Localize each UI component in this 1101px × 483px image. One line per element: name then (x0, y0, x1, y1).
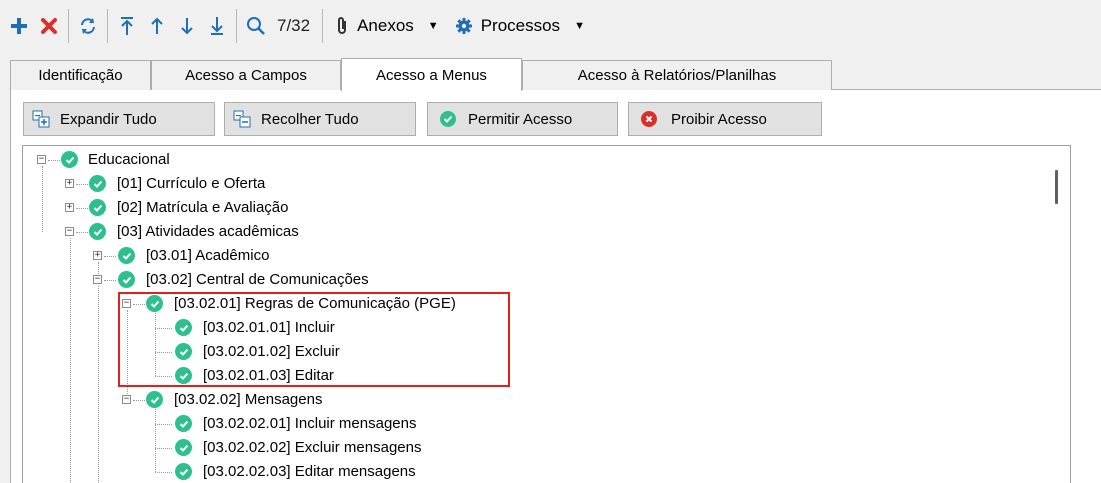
tree-connector (76, 232, 88, 233)
tree-node-label[interactable]: [03.02.02.01] Incluir mensagens (203, 415, 416, 432)
deny-access-label: Proibir Acesso (671, 110, 767, 128)
processos-label: Processos (480, 16, 561, 35)
toolbar: 7/32 Anexos ▼ Processos ▼ (0, 0, 1101, 52)
check-icon[interactable] (118, 247, 135, 264)
processos-menu[interactable]: Processos ▼ (447, 8, 593, 44)
tree-connector (76, 208, 88, 209)
tab-acesso-relatorios[interactable]: Acesso à Relatórios/Planilhas (522, 60, 832, 90)
gear-icon (455, 18, 472, 34)
expand-all-button[interactable]: Expandir Tudo (23, 102, 215, 136)
record-counter: 7/32 (277, 16, 311, 35)
tree-connector (155, 472, 172, 473)
expand-all-label: Expandir Tudo (60, 110, 157, 128)
allow-access-button[interactable]: Permitir Acesso (427, 102, 618, 136)
tree-connector (104, 256, 116, 257)
tree-node-label[interactable]: [03.02.02.02] Excluir mensagens (203, 439, 421, 456)
tab-acesso-campos[interactable]: Acesso a Campos (151, 60, 341, 90)
tree-node-label[interactable]: [02] Matrícula e Avaliação (117, 199, 289, 216)
tree-connector (98, 286, 99, 483)
check-icon (440, 111, 456, 127)
close-icon (41, 18, 57, 34)
highlight-box (118, 292, 510, 387)
tree-connector (76, 184, 88, 185)
move-top-button[interactable] (112, 8, 142, 44)
tree-connector (155, 448, 172, 449)
deny-icon (641, 111, 657, 127)
tree-node-label[interactable]: [03.02.02.03] Editar mensagens (203, 463, 416, 480)
arrow-bottom-icon (211, 17, 223, 35)
tree-node-label[interactable]: [03.01] Acadêmico (146, 247, 269, 264)
tree-node-label[interactable]: Educacional (88, 151, 170, 168)
paperclip-icon (338, 17, 347, 34)
tab-identificacao[interactable]: Identificação (10, 60, 151, 90)
separator (322, 9, 324, 43)
plus-icon (11, 18, 27, 34)
move-up-button[interactable] (142, 8, 172, 44)
tree-node-label[interactable]: [01] Currículo e Oferta (117, 175, 265, 192)
allow-access-label: Permitir Acesso (468, 110, 573, 128)
tree-node-label[interactable]: [03.02] Central de Comunicações (146, 271, 369, 288)
collapse-toggle[interactable]: − (122, 395, 131, 404)
collapse-toggle[interactable]: − (65, 227, 74, 236)
refresh-icon (81, 18, 95, 34)
add-button[interactable] (4, 8, 34, 44)
check-icon[interactable] (175, 439, 192, 456)
anexos-menu[interactable]: Anexos ▼ (327, 8, 447, 44)
collapse-all-button[interactable]: Recolher Tudo (224, 102, 416, 136)
tree-connector (104, 280, 116, 281)
check-icon[interactable] (89, 175, 106, 192)
check-icon[interactable] (175, 415, 192, 432)
search-button[interactable] (241, 8, 271, 44)
deny-access-button[interactable]: Proibir Acesso (628, 102, 822, 136)
separator (68, 9, 69, 43)
refresh-button[interactable] (73, 8, 103, 44)
collapse-all-label: Recolher Tudo (261, 110, 359, 128)
move-down-button[interactable] (172, 8, 202, 44)
expand-toggle[interactable]: + (65, 203, 74, 212)
search-icon (247, 17, 265, 35)
tree-connector (133, 400, 145, 401)
arrow-up-icon (151, 17, 163, 34)
move-bottom-button[interactable] (202, 8, 232, 44)
check-icon[interactable] (118, 271, 135, 288)
expand-tree-icon (32, 110, 50, 128)
check-icon[interactable] (61, 151, 78, 168)
tab-acesso-menus[interactable]: Acesso a Menus (341, 58, 522, 91)
tree-connector (70, 238, 71, 483)
tree-connector (155, 424, 172, 425)
tree-connector (155, 406, 156, 472)
chevron-down-icon: ▼ (574, 20, 585, 32)
chevron-down-icon: ▼ (427, 20, 439, 32)
expand-toggle[interactable]: + (93, 251, 102, 260)
collapse-toggle[interactable]: − (37, 155, 46, 164)
arrow-top-icon (121, 17, 133, 35)
check-icon[interactable] (175, 463, 192, 480)
tree-node-label[interactable]: [03.02.02] Mensagens (174, 391, 322, 408)
separator (236, 9, 237, 43)
delete-button[interactable] (34, 8, 64, 44)
check-icon[interactable] (146, 391, 163, 408)
tree-connector (42, 166, 43, 232)
check-icon[interactable] (89, 199, 106, 216)
collapse-toggle[interactable]: − (93, 275, 102, 284)
separator (107, 9, 108, 43)
tree-connector (48, 160, 60, 161)
arrow-down-icon (181, 18, 193, 35)
anexos-label: Anexos (357, 16, 414, 35)
check-icon[interactable] (89, 223, 106, 240)
tree-node-label[interactable]: [03] Atividades acadêmicas (117, 223, 299, 240)
scrollbar-thumb[interactable] (1055, 170, 1058, 204)
expand-toggle[interactable]: + (65, 179, 74, 188)
collapse-tree-icon (233, 110, 251, 128)
